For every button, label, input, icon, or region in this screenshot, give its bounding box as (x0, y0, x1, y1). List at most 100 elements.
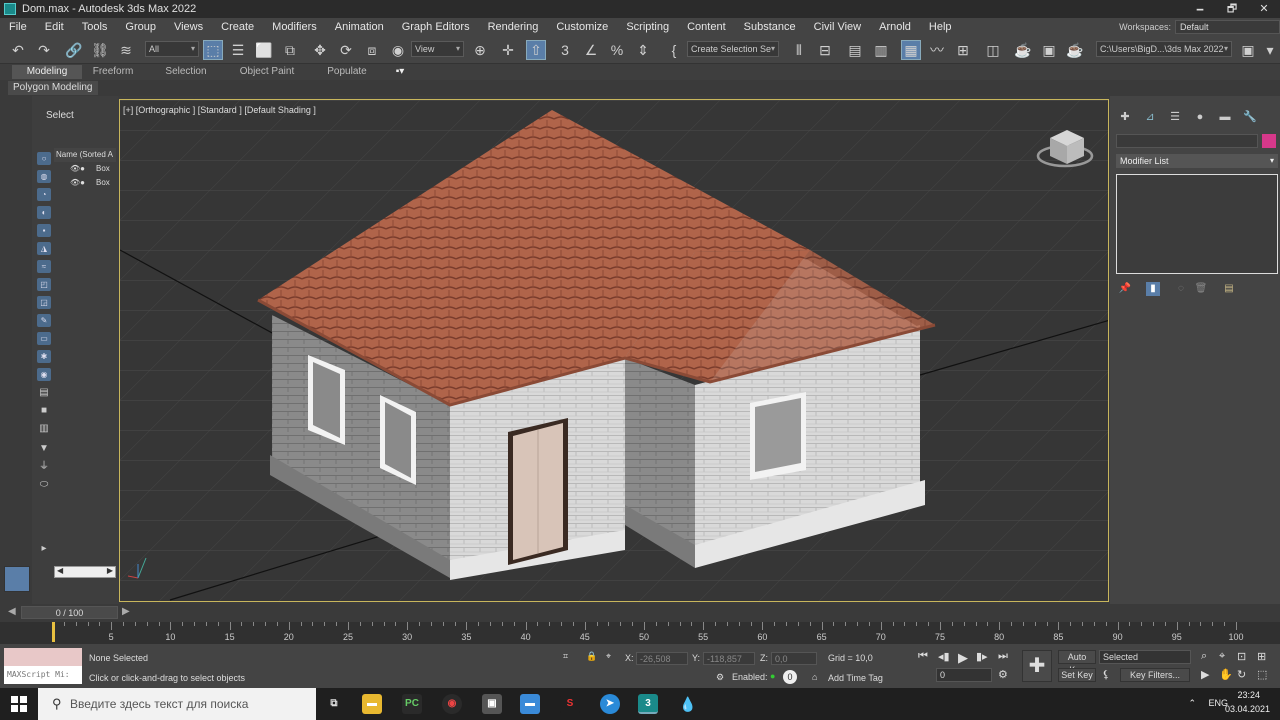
tab-selection[interactable]: Selection (155, 65, 217, 79)
scroll-left-icon[interactable]: ◀ (57, 566, 63, 575)
menu-edit[interactable]: Edit (36, 21, 73, 33)
display-helpers-icon[interactable]: ◮ (37, 242, 51, 255)
time-slider-thumb[interactable]: 0 / 100 (21, 606, 118, 619)
menu-group[interactable]: Group (116, 21, 165, 33)
key-filters-button[interactable]: Key Filters... (1120, 668, 1190, 682)
next-frame-icon[interactable]: ▶ (122, 606, 130, 617)
modifier-list-select[interactable]: Modifier List (1116, 154, 1278, 168)
scroll-right-icon[interactable]: ▶ (107, 566, 113, 575)
expand-arrow-icon[interactable]: ▸ (37, 542, 51, 555)
select-manipulate-icon[interactable]: ✛ (498, 40, 518, 60)
hierarchy-tab-icon[interactable]: ☰ (1168, 110, 1182, 124)
tab-freeform[interactable]: Freeform (82, 65, 144, 79)
scene-explorer-scrollbar[interactable]: ◀ ▶ (54, 566, 116, 578)
modify-tab-icon[interactable]: ⊿ (1143, 110, 1157, 124)
menu-customize[interactable]: Customize (547, 21, 617, 33)
display-xrefs-icon[interactable]: ◲ (37, 296, 51, 309)
render-setup-icon[interactable]: ☕ (1013, 40, 1033, 60)
display-layers-icon[interactable]: ■ (37, 404, 51, 417)
display-all-icon[interactable]: ◉ (37, 368, 51, 381)
display-bones-icon[interactable]: ✎ (37, 314, 51, 327)
maxscript-label[interactable]: MAXScript Mi: (4, 666, 82, 684)
modifier-stack[interactable] (1116, 174, 1278, 274)
menu-content[interactable]: Content (678, 21, 735, 33)
project-folder-icon[interactable]: ▣ (1238, 40, 1258, 60)
next-frame-key-icon[interactable]: ▮▸ (976, 650, 988, 663)
zoom-extents-all-icon[interactable]: ⊞ (1257, 650, 1266, 663)
schematic-view-icon[interactable]: ⊞ (953, 40, 973, 60)
absolute-mode-icon[interactable]: ⌖ (606, 651, 611, 662)
display-particles-icon[interactable]: ✱ (37, 350, 51, 363)
clock-date[interactable]: 03.04.2021 (1225, 704, 1270, 714)
app-icon-red[interactable]: S (560, 694, 580, 714)
project-folder-select[interactable]: C:\Users\BigD...\3ds Max 2022 (1096, 41, 1232, 57)
display-spacewarps-icon[interactable]: ≈ (37, 260, 51, 273)
selection-lock-icon[interactable]: 🔒 (586, 651, 597, 662)
minimize-button[interactable]: 🗕 (1184, 0, 1216, 18)
menu-rendering[interactable]: Rendering (479, 21, 548, 33)
task-view-icon[interactable]: ⧉ (324, 694, 344, 714)
key-mode-icon[interactable]: ⚸ (1102, 668, 1110, 681)
place-icon[interactable]: ◉ (388, 40, 408, 60)
menu-tools[interactable]: Tools (73, 21, 117, 33)
eye-icon[interactable]: 👁● (70, 176, 85, 190)
zoom-icon[interactable]: ⌕ (1201, 650, 1207, 663)
time-tag-icon[interactable]: ⌂ (812, 672, 817, 682)
adaptive-degradation-icon[interactable]: 0 (783, 670, 797, 684)
sort-icon[interactable]: ▼ (37, 442, 51, 455)
filter-icon[interactable]: ⏚ (37, 460, 51, 473)
select-object-icon[interactable]: ⬚ (203, 40, 223, 60)
eye-icon[interactable]: 👁● (70, 162, 85, 176)
start-button[interactable] (0, 688, 38, 720)
set-keys-icon[interactable]: ✚ (1022, 650, 1052, 682)
3ds-max-icon[interactable]: 3 (638, 694, 658, 714)
enabled-indicator-icon[interactable]: ● (770, 671, 775, 681)
configure-modifier-sets-icon[interactable]: ▤ (1222, 282, 1236, 296)
find-icon[interactable]: ⬭ (37, 478, 51, 491)
clock-time[interactable]: 23:24 (1237, 690, 1260, 700)
display-geometry-icon[interactable]: ◍ (37, 170, 51, 183)
list-item[interactable]: 👁● Box (54, 176, 116, 190)
menu-scripting[interactable]: Scripting (617, 21, 678, 33)
maxscript-listener[interactable]: MAXScript Mi: (4, 648, 82, 684)
window-crossing-icon[interactable]: ⧉ (280, 40, 300, 60)
zoom-all-icon[interactable]: ⌖ (1219, 650, 1225, 663)
align-icon[interactable]: ⊟ (815, 40, 835, 60)
layer-explorer-icon[interactable] (4, 566, 30, 592)
display-containers-icon[interactable]: ▭ (37, 332, 51, 345)
display-shapes-icon[interactable]: ◔ (37, 188, 51, 201)
toggle-layer-explorer-icon[interactable]: ▥ (871, 40, 891, 60)
angle-snap-icon[interactable]: ∠ (581, 40, 601, 60)
previous-frame-icon[interactable]: ◂▮ (938, 650, 950, 663)
tab-populate[interactable]: Populate (316, 65, 378, 79)
toolbar-more-icon[interactable]: ▾ (1260, 40, 1280, 60)
restore-button[interactable]: 🗗 (1216, 0, 1248, 18)
select-by-name-icon[interactable]: ☰ (228, 40, 248, 60)
menu-graph-editors[interactable]: Graph Editors (393, 21, 479, 33)
pin-stack-icon[interactable]: 📌 (1118, 282, 1132, 296)
rotate-icon[interactable]: ⟳ (336, 40, 356, 60)
named-selection-set-select[interactable]: Create Selection Se (687, 41, 779, 57)
workspace-select[interactable]: Default (1175, 20, 1280, 34)
menu-modifiers[interactable]: Modifiers (263, 21, 326, 33)
orbit-icon[interactable]: ↻ (1237, 668, 1246, 681)
current-frame-marker[interactable] (52, 622, 55, 642)
keyboard-shortcut-override-icon[interactable]: ⇧ (526, 40, 546, 60)
scene-explorer-title[interactable]: Select (46, 110, 74, 121)
pan-icon[interactable]: ✋ (1219, 668, 1233, 681)
auto-key-button[interactable]: Auto Key (1058, 650, 1096, 675)
mirror-icon[interactable]: ⫴ (789, 40, 809, 60)
play-icon[interactable]: ▶ (958, 650, 968, 666)
polygon-modeling-panel[interactable]: Polygon Modeling (8, 81, 98, 95)
object-color-swatch[interactable] (1262, 134, 1276, 148)
z-coordinate-field[interactable]: 0,0 (771, 652, 817, 665)
create-tab-icon[interactable]: ✚ (1118, 110, 1132, 124)
motion-tab-icon[interactable]: ● (1193, 110, 1207, 124)
menu-animation[interactable]: Animation (326, 21, 393, 33)
display-none-icon[interactable]: ○ (37, 152, 51, 165)
rendered-frame-window-icon[interactable]: ▣ (1039, 40, 1059, 60)
spinner-snap-icon[interactable]: ⇕ (633, 40, 653, 60)
curve-editor-icon[interactable]: 〰 (927, 40, 947, 60)
undo-icon[interactable]: ↶ (8, 40, 28, 60)
taskbar-search[interactable]: ⚲ Введите здесь текст для поиска (38, 688, 316, 720)
